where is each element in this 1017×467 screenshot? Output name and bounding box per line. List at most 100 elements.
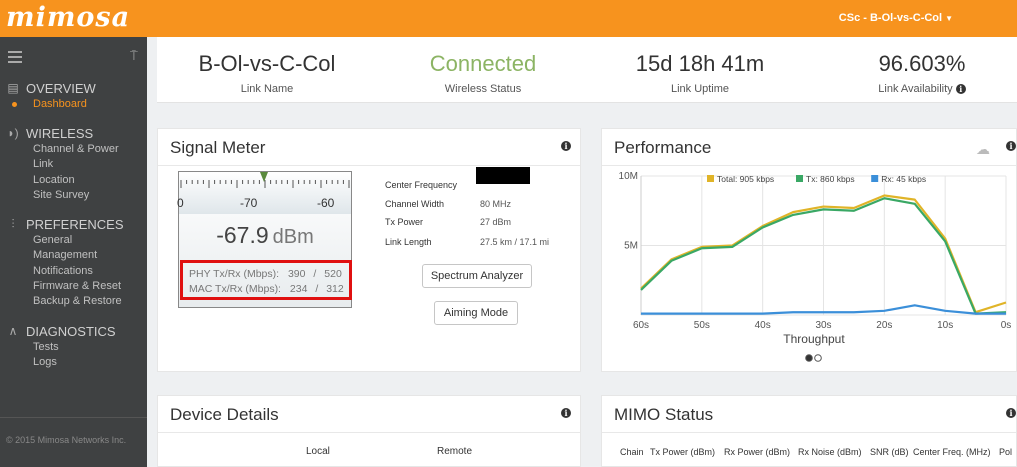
- sidebar-item-backup-restore[interactable]: Backup & Restore: [0, 294, 147, 309]
- sidebar-section-diagnostics: ∧ DIAGNOSTICS Tests Logs: [0, 322, 147, 371]
- signal-meter-title: Signal Meter: [170, 138, 266, 157]
- scale-label: -60: [317, 196, 335, 210]
- sidebar-item-management[interactable]: Management: [0, 248, 147, 263]
- wireless-status-label: Wireless Status: [444, 83, 522, 95]
- info-icon[interactable]: i: [561, 408, 571, 418]
- sidebar-item-general[interactable]: General: [0, 233, 147, 248]
- hamburger-menu-icon[interactable]: [8, 51, 22, 66]
- card-divider: [158, 432, 580, 433]
- mimosa-logo[interactable]: mimosa: [6, 2, 130, 33]
- channel-width-value: 80 MHz: [480, 199, 512, 209]
- link-availability-label-row: Link Availability i: [857, 83, 987, 95]
- link-availability-value: 96.603%: [878, 51, 966, 76]
- legend-swatch: [707, 175, 714, 182]
- x-tick-label: 60s: [633, 320, 649, 331]
- link-availability-label: Link Availability: [878, 83, 953, 95]
- card-divider: [602, 432, 1016, 433]
- pager-dot: [814, 354, 822, 362]
- column-local: Local: [306, 446, 330, 457]
- redacted-center-frequency: [476, 167, 530, 184]
- column-center-freq: Center Freq. (MHz): [913, 447, 991, 457]
- stat-wireless-status: Connected Wireless Status: [413, 51, 553, 95]
- aiming-mode-button[interactable]: Aiming Mode: [434, 301, 518, 325]
- sidebar-section-overview: ▤ OVERVIEW Dashboard: [0, 79, 147, 112]
- spectrum-analyzer-button[interactable]: Spectrum Analyzer: [422, 264, 532, 288]
- pin-icon[interactable]: ⍑: [130, 48, 138, 64]
- x-tick-label: 20s: [876, 320, 892, 331]
- legend-swatch: [796, 175, 803, 182]
- y-tick-label: 10M: [619, 171, 638, 182]
- column-pol: Pol: [999, 447, 1013, 457]
- column-rx-noise: Rx Noise (dBm): [798, 447, 862, 457]
- scale-label: -70: [240, 196, 258, 210]
- throughput-chart: 10M 5M 60s 50s 40s 30s 20s 10s 0s Total: 905 kbps…: [619, 171, 1012, 362]
- link-name-value: B-Ol-vs-C-Col: [198, 51, 336, 76]
- legend-label: Rx: 45 kbps: [881, 174, 926, 184]
- column-snr: SNR (dB): [870, 447, 909, 457]
- sidebar-item-site-survey[interactable]: Site Survey: [0, 188, 147, 203]
- link-name-label: Link Name: [240, 83, 294, 95]
- x-tick-label: 0s: [1001, 320, 1012, 331]
- tx-power-label: Tx Power: [385, 217, 424, 227]
- legend-label: Total: 905 kbps: [717, 174, 774, 184]
- x-tick-label: 30s: [815, 320, 831, 331]
- sidebar-item-link[interactable]: Link: [0, 157, 147, 172]
- sidebar-top: ⍑: [0, 37, 147, 77]
- signal-gauge: 0 -70 -60 -67.9 dBm PHY Tx/Rx (Mbps): 390…: [177, 171, 352, 308]
- sidebar-item-notifications[interactable]: Notifications: [0, 264, 147, 279]
- device-selector[interactable]: CSc - B-Ol-vs-C-Col ▼: [839, 12, 953, 24]
- stat-link-uptime: 15d 18h 41m Link Uptime: [630, 51, 770, 95]
- sidebar-item-logs[interactable]: Logs: [0, 355, 147, 370]
- sidebar-heading-wireless[interactable]: ◗) WIRELESS: [0, 124, 147, 142]
- list-icon: ▤: [7, 81, 19, 95]
- sidebar-heading-overview[interactable]: ▤ OVERVIEW: [0, 79, 147, 97]
- scale-label: 0: [177, 196, 184, 210]
- sidebar: ⍑ ▤ OVERVIEW Dashboard ◗) WIRELESS Chann…: [0, 37, 147, 467]
- x-tick-label: 50s: [694, 320, 710, 331]
- sidebar-divider: [0, 417, 147, 418]
- signal-reading-unit: dBm: [272, 226, 314, 248]
- mimo-status-card: MIMO Status i Chain Tx Power (dBm) Rx Po…: [601, 395, 1017, 467]
- x-tick-label: 40s: [755, 320, 771, 331]
- pulse-icon: ∧: [8, 324, 18, 338]
- sidebar-heading-diagnostics[interactable]: ∧ DIAGNOSTICS: [0, 322, 147, 340]
- column-rx-power: Rx Power (dBm): [724, 447, 791, 457]
- column-remote: Remote: [437, 446, 473, 457]
- link-length-value: 27.5 km / 17.1 mi: [480, 237, 550, 247]
- wireless-status-value: Connected: [429, 51, 537, 76]
- sidebar-item-channel-power[interactable]: Channel & Power: [0, 142, 147, 157]
- top-bar: mimosa CSc - B-Ol-vs-C-Col ▼: [0, 0, 1017, 37]
- performance-card: Performance ☁ i 10M 5M 60s 50s 40s 30s 20s 10s 0…: [601, 128, 1017, 372]
- link-length-label: Link Length: [385, 237, 432, 247]
- stat-link-name: B-Ol-vs-C-Col Link Name: [197, 51, 337, 95]
- signal-reading: -67.9 dBm: [179, 222, 351, 249]
- needle-marker-icon: [260, 172, 268, 182]
- info-icon[interactable]: i: [955, 84, 966, 95]
- stat-link-availability: 96.603% Link Availability i: [857, 51, 987, 95]
- link-uptime-value: 15d 18h 41m: [635, 51, 765, 76]
- card-divider: [158, 165, 580, 166]
- highlight-box: [180, 260, 352, 300]
- sidebar-item-firmware-reset[interactable]: Firmware & Reset: [0, 279, 147, 294]
- device-selector-label: CSc - B-Ol-vs-C-Col: [838, 12, 943, 24]
- sidebar-item-location[interactable]: Location: [0, 173, 147, 188]
- info-icon[interactable]: i: [1006, 408, 1016, 418]
- x-tick-label: 10s: [937, 320, 953, 331]
- channel-width-label: Channel Width: [385, 199, 445, 209]
- signal-reading-value: -67.9: [216, 222, 269, 248]
- device-details-title: Device Details: [170, 405, 279, 424]
- sidebar-item-tests[interactable]: Tests: [0, 340, 147, 355]
- sidebar-section-preferences: ⫶ PREFERENCES General Management Notific…: [0, 215, 147, 309]
- sliders-icon: ⫶: [11, 216, 15, 231]
- x-axis-title: Throughput: [783, 332, 845, 346]
- info-icon[interactable]: i: [561, 141, 571, 151]
- signal-meter-card: Signal Meter i 0 -70 -60 -67.9 dBm PHY Tx…: [157, 128, 581, 372]
- tx-power-value: 27 dBm: [480, 217, 512, 227]
- sidebar-item-dashboard[interactable]: Dashboard: [0, 97, 147, 112]
- center-frequency-label: Center Frequency: [385, 180, 458, 190]
- device-details-card: Device Details i Local Remote: [157, 395, 581, 467]
- sidebar-heading-preferences[interactable]: ⫶ PREFERENCES: [0, 215, 147, 233]
- pager-dot-active: [805, 354, 813, 362]
- caret-down-icon: ▼: [945, 14, 953, 23]
- signal-icon: ◗): [7, 126, 19, 140]
